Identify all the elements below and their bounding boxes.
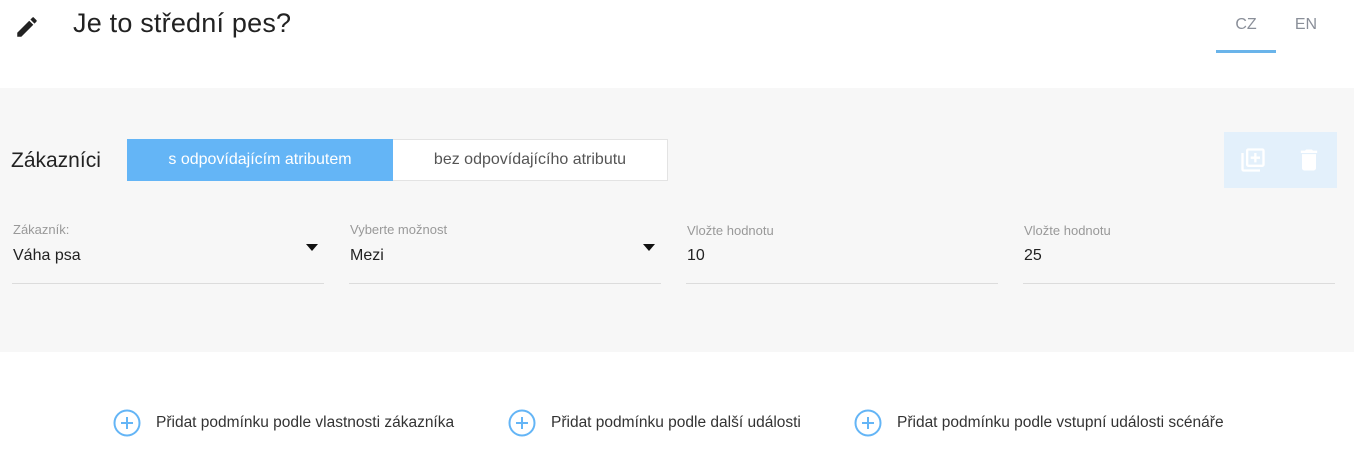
field-value: Mezi: [350, 247, 384, 264]
plus-circle-icon: [508, 409, 536, 437]
field-label: Vložte hodnotu: [687, 223, 774, 238]
language-tab-en[interactable]: EN: [1276, 16, 1336, 34]
condition-panel: Zákazníci s odpovídajícím atributem bez …: [0, 88, 1354, 352]
add-button-label: Přidat podmínku podle vstupní události s…: [897, 414, 1224, 431]
page-title: Je to střední pes?: [73, 8, 292, 38]
max-value-input[interactable]: Vložte hodnotu 25: [1023, 218, 1335, 284]
min-value-input[interactable]: Vložte hodnotu 10: [686, 218, 998, 284]
add-button-label: Přidat podmínku podle další události: [551, 414, 801, 431]
plus-circle-icon: [854, 409, 882, 437]
field-value: 10: [687, 247, 705, 264]
language-tab-cz[interactable]: CZ: [1216, 16, 1276, 34]
condition-label: Zákazníci: [11, 149, 101, 172]
toggle-without-attribute[interactable]: bez odpovídajícího atributu: [393, 139, 668, 181]
pencil-icon[interactable]: [14, 14, 40, 40]
plus-circle-icon: [113, 409, 141, 437]
add-button-label: Přidat podmínku podle vlastnosti zákazní…: [156, 414, 455, 431]
customer-attribute-select[interactable]: Zákazník: Váha psa: [12, 218, 324, 284]
field-label: Zákazník:: [13, 222, 70, 237]
add-entry-event-condition-button[interactable]: Přidat podmínku podle vstupní události s…: [854, 408, 1224, 438]
operator-select[interactable]: Vyberte možnost Mezi: [349, 218, 661, 284]
dropdown-arrow-icon: [306, 244, 318, 251]
add-event-condition-button[interactable]: Přidat podmínku podle další události: [508, 408, 801, 438]
condition-actions: [1224, 132, 1337, 188]
page-header: Je to střední pes? CZ EN: [0, 0, 1354, 88]
trash-icon[interactable]: [1295, 146, 1323, 174]
field-label: Vyberte možnost: [350, 222, 448, 237]
field-value: Váha psa: [13, 247, 81, 264]
active-language-indicator: [1216, 50, 1276, 53]
toggle-with-attribute[interactable]: s odpovídajícím atributem: [127, 139, 393, 181]
dropdown-arrow-icon: [643, 244, 655, 251]
field-label: Vložte hodnotu: [1024, 223, 1111, 238]
duplicate-icon[interactable]: [1239, 146, 1267, 174]
add-customer-property-condition-button[interactable]: Přidat podmínku podle vlastnosti zákazní…: [113, 408, 454, 438]
field-value: 25: [1024, 247, 1042, 264]
